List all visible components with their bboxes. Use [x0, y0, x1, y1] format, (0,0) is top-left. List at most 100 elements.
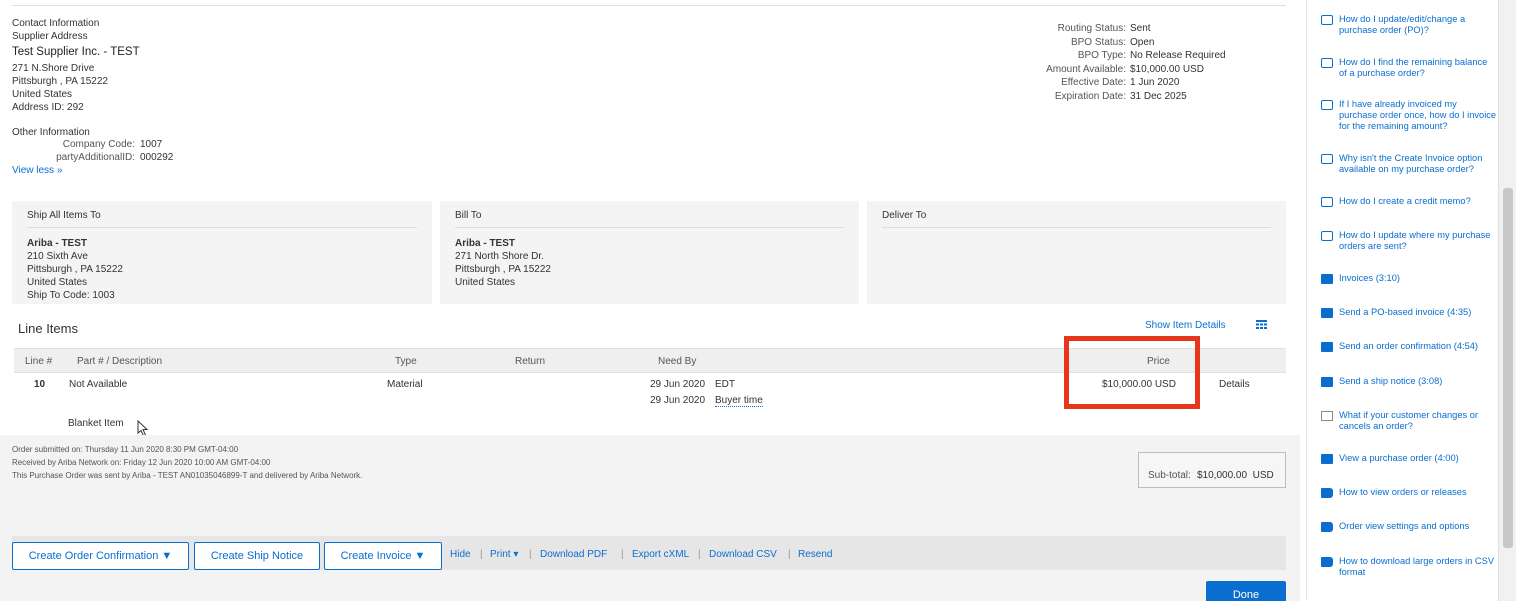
col-need-by[interactable]: Need By	[658, 356, 696, 367]
order-submitted-note: Order submitted on: Thursday 11 Jun 2020…	[12, 445, 239, 454]
faq-icon	[1321, 197, 1333, 207]
separator: |	[621, 549, 624, 560]
bpo-status-label: BPO Status:	[1070, 36, 1126, 48]
subtotal-label: Sub-total:	[1148, 470, 1191, 481]
col-return[interactable]: Return	[515, 356, 545, 367]
bill-to-divider	[455, 227, 844, 228]
company-code-label: Company Code:	[62, 139, 135, 150]
routing-status-label: Routing Status:	[1057, 23, 1126, 34]
resend-link[interactable]: Resend	[798, 549, 832, 560]
expiration-date-value: 31 Dec 2025	[1130, 90, 1187, 102]
row-line-number: 10	[34, 379, 46, 390]
sidebar-scrollbar[interactable]	[1498, 0, 1516, 601]
amount-available-label: Amount Available:	[1046, 63, 1126, 75]
col-part[interactable]: Part # / Description	[77, 356, 162, 367]
order-received-note: Received by Ariba Network on: Friday 12 …	[12, 458, 271, 467]
faq-icon	[1321, 154, 1333, 164]
row-buyer-date: 29 Jun 2020	[650, 395, 706, 406]
contact-section-title: Contact Information	[12, 18, 100, 29]
create-ship-notice-button[interactable]: Create Ship Notice	[194, 542, 320, 570]
order-footer: Order submitted on: Thursday 11 Jun 2020…	[0, 435, 1300, 601]
video-icon	[1321, 274, 1333, 284]
col-type[interactable]: Type	[395, 356, 417, 367]
effective-date-label: Effective Date:	[1061, 77, 1126, 88]
row-part: Not Available	[69, 379, 128, 390]
status-values: Sent Open No Release Required $10,000.00…	[1130, 23, 1280, 113]
supplier-address-id: Address ID: 292	[12, 102, 84, 113]
ship-to-divider	[27, 227, 417, 228]
scrollbar-thumb[interactable]	[1503, 188, 1513, 548]
sidebar-item-label: How do I update/edit/change a purchase o…	[1339, 14, 1466, 35]
view-less-link[interactable]: View less »	[12, 165, 62, 176]
separator: |	[698, 549, 701, 560]
expiration-date-label: Expiration Date:	[1054, 90, 1126, 102]
document-icon	[1321, 411, 1333, 421]
ship-to-title: Ship All Items To	[27, 210, 101, 221]
status-labels: Routing Status: BPO Status: BPO Type: Am…	[1000, 23, 1126, 113]
supplier-address-label: Supplier Address	[12, 31, 88, 42]
video-icon	[1321, 308, 1333, 318]
hide-link[interactable]: Hide	[450, 549, 471, 560]
deliver-to-title: Deliver To	[882, 210, 927, 221]
col-line[interactable]: Line #	[25, 356, 52, 367]
sidebar-item-label: Send an order confirmation (4:54)	[1339, 341, 1479, 351]
row-blanket-item: Blanket Item	[68, 418, 124, 429]
bill-to-name: Ariba - TEST	[455, 238, 516, 249]
sidebar-item-label: Send a ship notice (3:08)	[1339, 376, 1443, 386]
bill-to-address: Ariba - TEST 271 North Shore Dr. Pittsbu…	[455, 237, 551, 289]
show-item-details-link[interactable]: Show Item Details	[1145, 320, 1226, 331]
export-cxml-link[interactable]: Export cXML	[632, 549, 689, 560]
ship-to-code: Ship To Code: 1003	[27, 290, 115, 301]
faq-icon	[1321, 15, 1333, 25]
supplier-address-line1: 271 N.Shore Drive	[12, 63, 95, 74]
faq-icon	[1321, 58, 1333, 68]
book-icon	[1321, 488, 1333, 498]
download-csv-link[interactable]: Download CSV	[709, 549, 777, 560]
sidebar-item-label: Order view settings and options	[1339, 521, 1470, 531]
video-icon	[1321, 342, 1333, 352]
bpo-status-value: Open	[1130, 36, 1155, 48]
top-divider	[12, 5, 1286, 6]
bill-to-line2: Pittsburgh , PA 15222	[455, 264, 551, 275]
sidebar-item-label: How do I find the remaining balance of a…	[1339, 57, 1488, 78]
row-details-link[interactable]: Details	[1219, 379, 1250, 390]
sidebar-item-label: How to view orders or releases	[1339, 487, 1467, 497]
supplier-name: Test Supplier Inc. - TEST	[12, 46, 140, 58]
bill-to-title: Bill To	[455, 210, 482, 221]
faq-icon	[1321, 100, 1333, 110]
sidebar-item-label: If I have already invoiced my purchase o…	[1339, 99, 1497, 131]
party-id-label: partyAdditionalID:	[56, 152, 135, 163]
bill-to-line3: United States	[455, 277, 516, 288]
row-buyer-time[interactable]: Buyer time	[715, 395, 763, 407]
print-link[interactable]: Print ▾	[490, 549, 518, 560]
bill-to-line1: 271 North Shore Dr.	[455, 251, 544, 262]
sidebar-item-label: Invoices (3:10)	[1339, 273, 1400, 283]
sidebar-item-label: View a purchase order (4:00)	[1339, 453, 1459, 463]
download-pdf-link[interactable]: Download PDF	[540, 549, 607, 560]
ship-to-line1: 210 Sixth Ave	[27, 251, 88, 262]
party-id-value: 000292	[140, 152, 174, 163]
order-detail-panel: Contact Information Supplier Address Tes…	[0, 0, 1300, 601]
table-settings-icon[interactable]	[1256, 320, 1267, 329]
bpo-type-value: No Release Required	[1130, 50, 1226, 61]
supplier-address-line3: United States	[12, 89, 73, 100]
price-highlight-box	[1064, 336, 1200, 409]
done-button[interactable]: Done	[1206, 581, 1286, 601]
video-icon	[1321, 454, 1333, 464]
help-sidebar: How do I update/edit/change a purchase o…	[1306, 0, 1498, 601]
create-invoice-button[interactable]: Create Invoice ▼	[324, 542, 442, 570]
create-order-confirmation-button[interactable]: Create Order Confirmation ▼	[12, 542, 189, 570]
company-code-value: 1007	[140, 139, 163, 150]
line-items-title: Line Items	[18, 321, 78, 336]
supplier-address-line2: Pittsburgh , PA 15222	[12, 76, 108, 87]
separator: |	[529, 549, 532, 560]
amount-available-value: $10,000.00 USD	[1130, 63, 1204, 75]
other-info-title: Other Information	[12, 127, 90, 138]
row-need-by-tz[interactable]: EDT	[715, 379, 735, 390]
row-type: Material	[387, 379, 423, 390]
ship-to-line2: Pittsburgh , PA 15222	[27, 264, 123, 275]
bpo-type-label: BPO Type:	[1077, 50, 1126, 61]
separator: |	[480, 549, 483, 560]
ship-to-address: Ariba - TEST 210 Sixth Ave Pittsburgh , …	[27, 237, 123, 302]
separator: |	[788, 549, 791, 560]
